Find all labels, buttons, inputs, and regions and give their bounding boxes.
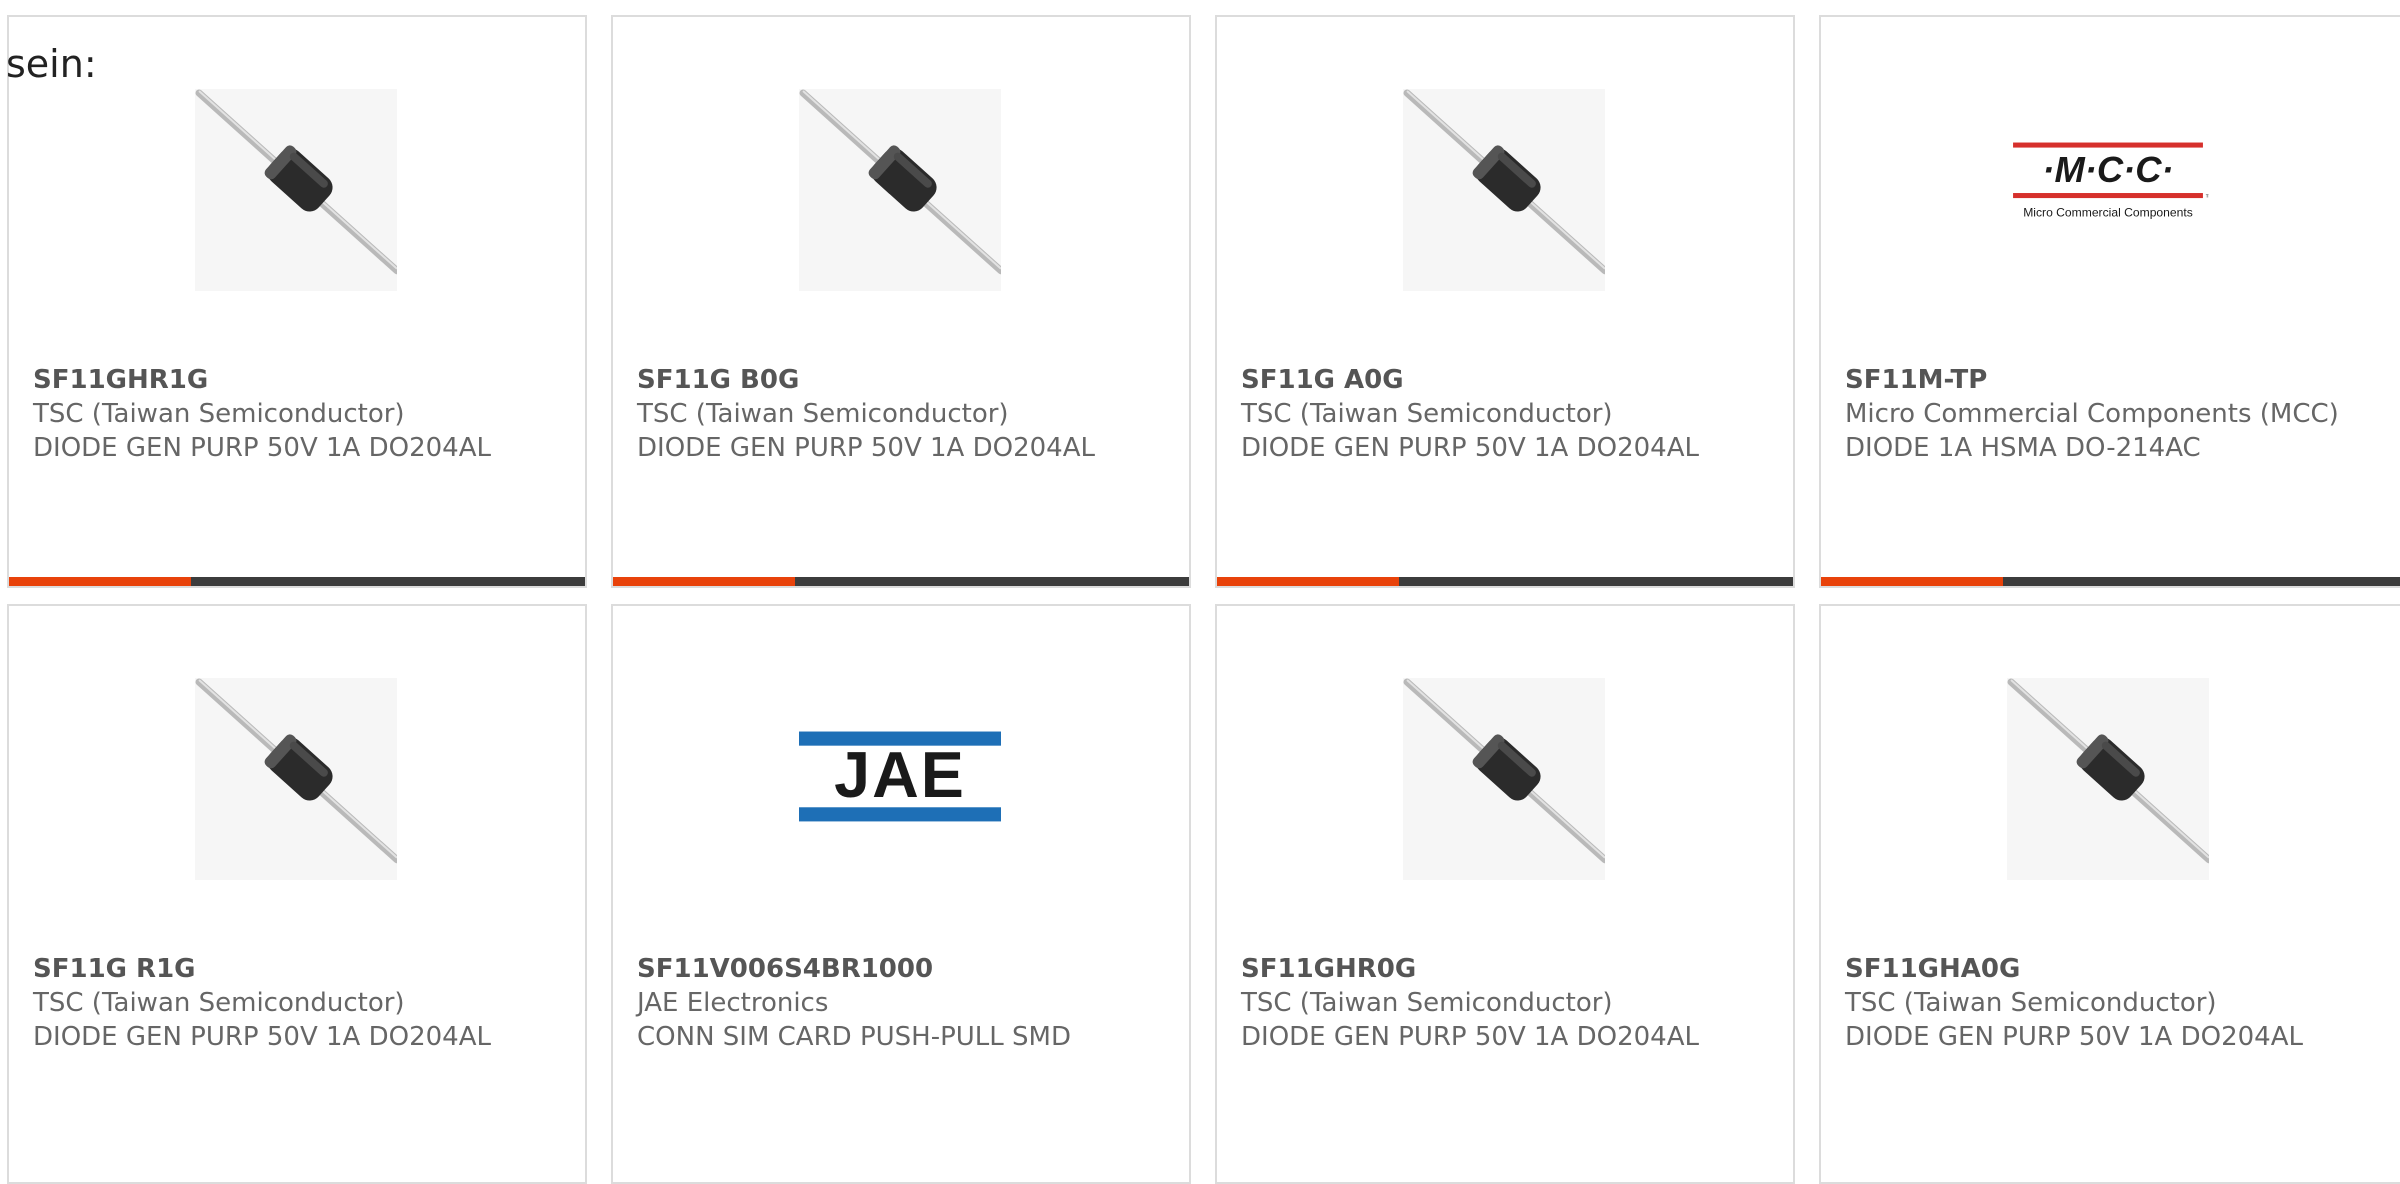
product-card[interactable]: ·M·C·C· Micro Commercial Components ™ SF… [1819,15,2400,588]
product-card[interactable]: SF11G B0G TSC (Taiwan Semiconductor) DIO… [611,15,1191,588]
manufacturer-name: TSC (Taiwan Semiconductor) [1241,399,1613,429]
diode-image [1403,89,1605,291]
product-description: CONN SIM CARD PUSH-PULL SMD [637,1022,1071,1052]
product-info: SF11G A0G TSC (Taiwan Semiconductor) DIO… [1241,363,1753,465]
product-card[interactable]: SF11GHR1G TSC (Taiwan Semiconductor) DIO… [7,15,587,588]
product-info: SF11GHR0G TSC (Taiwan Semiconductor) DIO… [1241,952,1753,1054]
part-number-link[interactable]: SF11GHR1G [33,363,545,397]
manufacturer-name: TSC (Taiwan Semiconductor) [33,988,405,1018]
manufacturer-name: TSC (Taiwan Semiconductor) [1241,988,1613,1018]
product-info: SF11V006S4BR1000 JAE Electronics CONN SI… [637,952,1149,1054]
manufacturer-name: JAE Electronics [637,988,829,1018]
part-number-link[interactable]: SF11G B0G [637,363,1149,397]
part-number-link[interactable]: SF11M-TP [1845,363,2367,397]
mcc-logo: ·M·C·C· Micro Commercial Components ™ [2007,89,2209,291]
part-number-link[interactable]: SF11G A0G [1241,363,1753,397]
product-description: DIODE GEN PURP 50V 1A DO204AL [1241,433,1699,463]
diode-image [195,89,397,291]
product-info: SF11G R1G TSC (Taiwan Semiconductor) DIO… [33,952,545,1054]
diode-image [799,89,1001,291]
product-card[interactable]: SF11G R1G TSC (Taiwan Semiconductor) DIO… [7,604,587,1184]
manufacturer-name: TSC (Taiwan Semiconductor) [637,399,1009,429]
intro-text: sein: [6,42,97,86]
product-description: DIODE GEN PURP 50V 1A DO204AL [1845,1022,2303,1052]
card-bottom-bar [9,577,585,586]
card-bottom-bar [1821,577,2400,586]
mcc-logo-mark: ·M·C·C· [2042,149,2173,190]
product-info: SF11G B0G TSC (Taiwan Semiconductor) DIO… [637,363,1149,465]
product-description: DIODE 1A HSMA DO-214AC [1845,433,2201,463]
product-card[interactable]: JAE SF11V006S4BR1000 JAE Electronics CON… [611,604,1191,1184]
product-info: SF11M-TP Micro Commercial Components (MC… [1845,363,2367,465]
product-card[interactable]: SF11GHA0G TSC (Taiwan Semiconductor) DIO… [1819,604,2400,1184]
product-card[interactable]: SF11GHR0G TSC (Taiwan Semiconductor) DIO… [1215,604,1795,1184]
part-number-link[interactable]: SF11G R1G [33,952,545,986]
jae-logo: JAE [799,678,1001,880]
card-bottom-bar [1217,577,1793,586]
jae-logo-mark: JAE [834,738,966,811]
product-card[interactable]: SF11G A0G TSC (Taiwan Semiconductor) DIO… [1215,15,1795,588]
product-description: DIODE GEN PURP 50V 1A DO204AL [1241,1022,1699,1052]
manufacturer-name: Micro Commercial Components (MCC) [1845,399,2339,429]
product-info: SF11GHR1G TSC (Taiwan Semiconductor) DIO… [33,363,545,465]
product-description: DIODE GEN PURP 50V 1A DO204AL [637,433,1095,463]
part-number-link[interactable]: SF11GHR0G [1241,952,1753,986]
product-info: SF11GHA0G TSC (Taiwan Semiconductor) DIO… [1845,952,2367,1054]
part-number-link[interactable]: SF11GHA0G [1845,952,2367,986]
part-number-link[interactable]: SF11V006S4BR1000 [637,952,1149,986]
product-description: DIODE GEN PURP 50V 1A DO204AL [33,1022,491,1052]
mcc-logo-tm: ™ [2205,193,2209,202]
diode-image [195,678,397,880]
card-bottom-bar [613,577,1189,586]
diode-image [2007,678,2209,880]
mcc-logo-tagline: Micro Commercial Components [2023,205,2193,219]
manufacturer-name: TSC (Taiwan Semiconductor) [1845,988,2217,1018]
diode-image [1403,678,1605,880]
manufacturer-name: TSC (Taiwan Semiconductor) [33,399,405,429]
product-description: DIODE GEN PURP 50V 1A DO204AL [33,433,491,463]
